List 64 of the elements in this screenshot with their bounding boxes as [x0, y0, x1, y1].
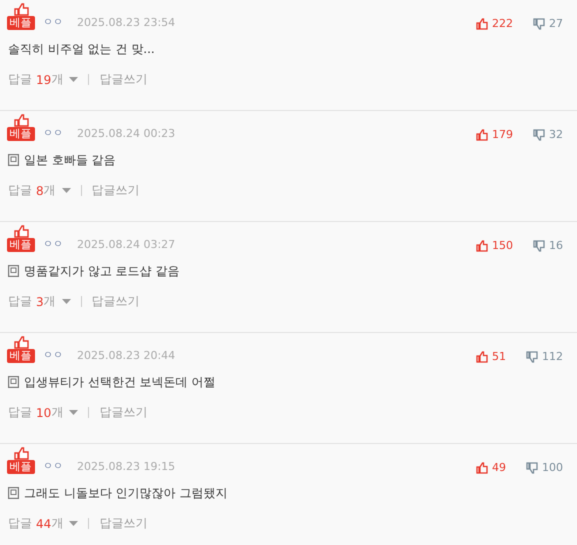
- thumbs-up-icon: [12, 447, 28, 460]
- thumbs-up-icon: [476, 128, 488, 140]
- author-name[interactable]: ㅇㅇ: [43, 238, 63, 252]
- replies-toggle[interactable]: 답글 3개: [8, 293, 71, 310]
- comment-text: 일본 호빠들 같음: [24, 152, 116, 168]
- document-icon: [8, 487, 19, 499]
- document-icon: [8, 265, 19, 277]
- comment-date: 2025.08.24 03:27: [77, 238, 176, 252]
- comment-text: 그래도 니돌보다 인기많잖아 그럼됐지: [24, 484, 228, 502]
- thumbs-up-icon: [476, 240, 488, 252]
- document-icon: [8, 154, 19, 166]
- caret-icon: [69, 521, 78, 526]
- comment-date: 2025.08.23 23:54: [77, 16, 176, 30]
- comment-date: 2025.08.24 00:23: [77, 127, 176, 141]
- best-badge: 베플: [6, 238, 34, 252]
- like-button[interactable]: 150: [476, 239, 513, 252]
- write-reply-link[interactable]: 답글쓰기: [99, 515, 148, 532]
- best-badge: 베플: [6, 349, 34, 363]
- comment-date: 2025.08.23 20:44: [77, 349, 176, 363]
- thumbs-down-icon: [526, 350, 538, 362]
- thumbs-down-icon: [533, 18, 545, 30]
- thumbs-up-icon: [12, 3, 28, 16]
- comment-date: 2025.08.23 19:15: [77, 460, 176, 474]
- like-button[interactable]: 222: [476, 17, 513, 30]
- like-button[interactable]: 49: [476, 461, 506, 474]
- replies-toggle[interactable]: 답글 44개: [8, 515, 78, 532]
- dislike-button[interactable]: 100: [526, 461, 563, 474]
- caret-icon: [62, 188, 71, 193]
- comment-text: 명품같지가 않고 로드샵 같음: [24, 262, 180, 280]
- best-badge: 베플: [6, 460, 34, 474]
- write-reply-link[interactable]: 답글쓰기: [99, 404, 148, 421]
- like-button[interactable]: 51: [476, 350, 506, 363]
- dislike-button[interactable]: 32: [533, 128, 563, 141]
- replies-toggle[interactable]: 답글 8개: [8, 182, 71, 199]
- author-name[interactable]: ㅇㅇ: [43, 127, 63, 141]
- thumbs-up-icon: [476, 462, 488, 474]
- comment-text: 솔직히 비주얼 없는 건 맞...: [8, 40, 155, 58]
- thumbs-up-icon: [12, 336, 28, 349]
- thumbs-up-icon: [476, 18, 488, 30]
- write-reply-link[interactable]: 답글쓰기: [92, 293, 140, 310]
- thumbs-up-icon: [476, 350, 488, 362]
- replies-toggle[interactable]: 답글 10개: [8, 404, 78, 421]
- caret-icon: [69, 410, 78, 415]
- dislike-button[interactable]: 27: [533, 17, 563, 30]
- best-badge: 베플: [6, 127, 34, 141]
- comment-text: 입생뷰티가 선택한건 보넥돈데 어쩔: [24, 374, 216, 390]
- caret-icon: [62, 299, 71, 304]
- best-badge: 베플: [6, 16, 34, 30]
- dislike-button[interactable]: 112: [526, 350, 563, 363]
- author-name[interactable]: ㅇㅇ: [43, 349, 63, 363]
- author-name[interactable]: ㅇㅇ: [43, 460, 63, 474]
- thumbs-down-icon: [533, 240, 545, 252]
- author-name[interactable]: ㅇㅇ: [43, 16, 63, 30]
- document-icon: [8, 376, 19, 388]
- thumbs-down-icon: [526, 462, 538, 474]
- replies-toggle[interactable]: 답글 19개: [8, 71, 78, 88]
- write-reply-link[interactable]: 답글쓰기: [99, 71, 148, 88]
- like-button[interactable]: 179: [476, 128, 513, 141]
- caret-icon: [69, 77, 78, 82]
- thumbs-up-icon: [12, 225, 28, 238]
- thumbs-down-icon: [533, 128, 545, 140]
- write-reply-link[interactable]: 답글쓰기: [92, 182, 140, 199]
- dislike-button[interactable]: 16: [533, 239, 563, 252]
- thumbs-up-icon: [12, 114, 28, 127]
